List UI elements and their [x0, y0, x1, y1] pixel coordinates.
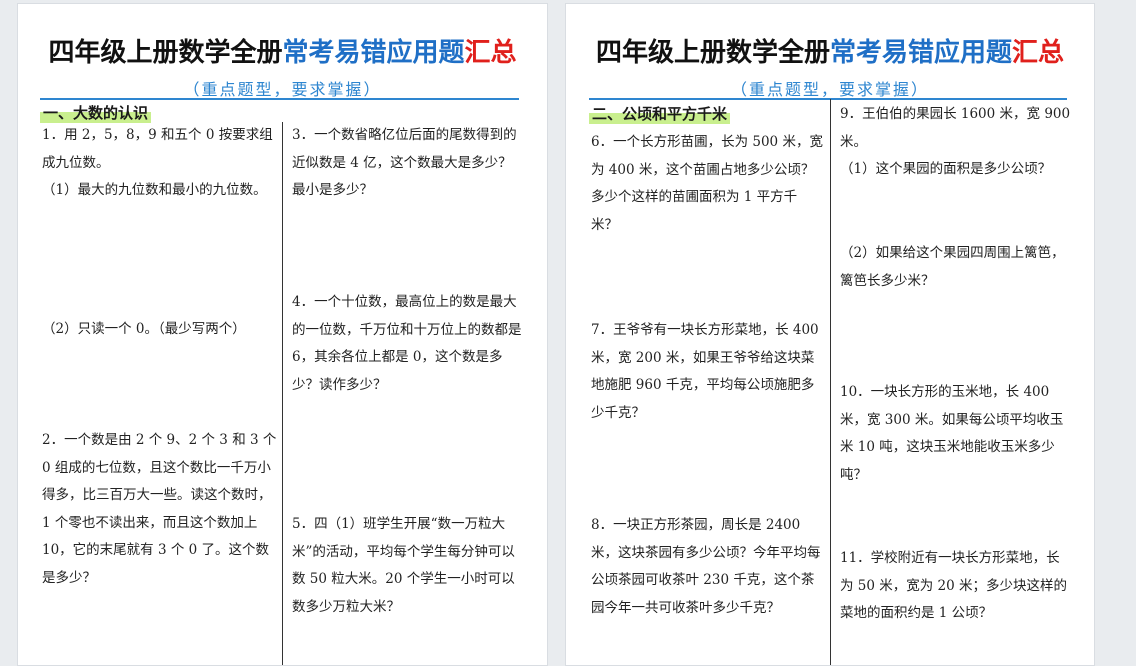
question-3: 3．一个数省略亿位后面的尾数得到的近似数是 4 亿，这个数最大是多少？最小是多少…: [292, 127, 517, 198]
page-title: 四年级上册数学全册常考易错应用题汇总: [18, 32, 547, 69]
question-7: 7．王爷爷有一块长方形菜地，长 400 米，宽 200 米，如果王爷爷给这块菜地…: [591, 322, 819, 421]
question-2: 2．一个数是由 2 个 9、2 个 3 和 3 个 0 组成的七位数，且这个数比…: [42, 432, 277, 586]
header-rule: [40, 98, 519, 100]
question-9-part-2: （2）如果给这个果园四周围上篱笆，篱笆长多少米？: [840, 245, 1065, 289]
worksheet-page-right: 四年级上册数学全册常考易错应用题汇总 （重点题型，要求掌握） 二、公顷和平方千米…: [565, 3, 1095, 666]
question-4: 4．一个十位数，最高位上的数是最大的一位数，千万位和十万位上的数都是 6，其余各…: [292, 294, 522, 393]
question-10: 10．一块长方形的玉米地，长 400 米，宽 300 米。如果每公顷平均收玉米 …: [840, 384, 1064, 483]
page-title: 四年级上册数学全册常考易错应用题汇总: [566, 32, 1094, 69]
header-rule: [589, 98, 1067, 100]
title-black-part: 四年级上册数学全册: [595, 38, 830, 68]
section-heading: 二、公顷和平方千米: [589, 104, 731, 124]
question-9: 9．王伯伯的果园长 1600 米，宽 900 米。: [840, 106, 1071, 150]
title-black-part: 四年级上册数学全册: [48, 38, 283, 68]
column-divider: [282, 122, 283, 665]
title-red-part: 汇总: [464, 38, 517, 68]
question-6: 6．一个长方形苗圃，长为 500 米，宽为 400 米，这个苗圃占地多少公顷？多…: [591, 134, 823, 233]
title-red-part: 汇总: [1012, 38, 1065, 68]
page-subtitle: （重点题型，要求掌握）: [730, 80, 929, 99]
question-5: 5．四（1）班学生开展“数一万粒大米”的活动，平均每个学生每分钟可以数 50 粒…: [292, 516, 515, 615]
question-1-part-1: （1）最大的九位数和最小的九位数。: [42, 182, 267, 198]
question-1: 1．用 2，5，8，9 和五个 0 按要求组成九位数。: [42, 127, 273, 171]
question-11: 11．学校附近有一块长方形菜地，长为 50 米，宽为 20 米；多少块这样的菜地…: [840, 550, 1068, 621]
title-blue-part: 常考易错应用题: [282, 38, 465, 68]
question-1-part-2: （2）只读一个 0。（最少写两个）: [42, 321, 246, 337]
title-blue-part: 常考易错应用题: [829, 38, 1012, 68]
question-8: 8．一块正方形茶园，周长是 2400 米，这块茶园有多少公顷？今年平均每公顷茶园…: [591, 517, 821, 616]
column-divider: [830, 99, 831, 665]
section-heading: 一、大数的认识: [40, 103, 152, 123]
page-subtitle: （重点题型，要求掌握）: [183, 80, 382, 99]
question-9-part-1: （1）这个果园的面积是多少公顷？: [840, 161, 1052, 177]
worksheet-page-left: 四年级上册数学全册常考易错应用题汇总 （重点题型，要求掌握） 一、大数的认识 1…: [17, 3, 548, 666]
